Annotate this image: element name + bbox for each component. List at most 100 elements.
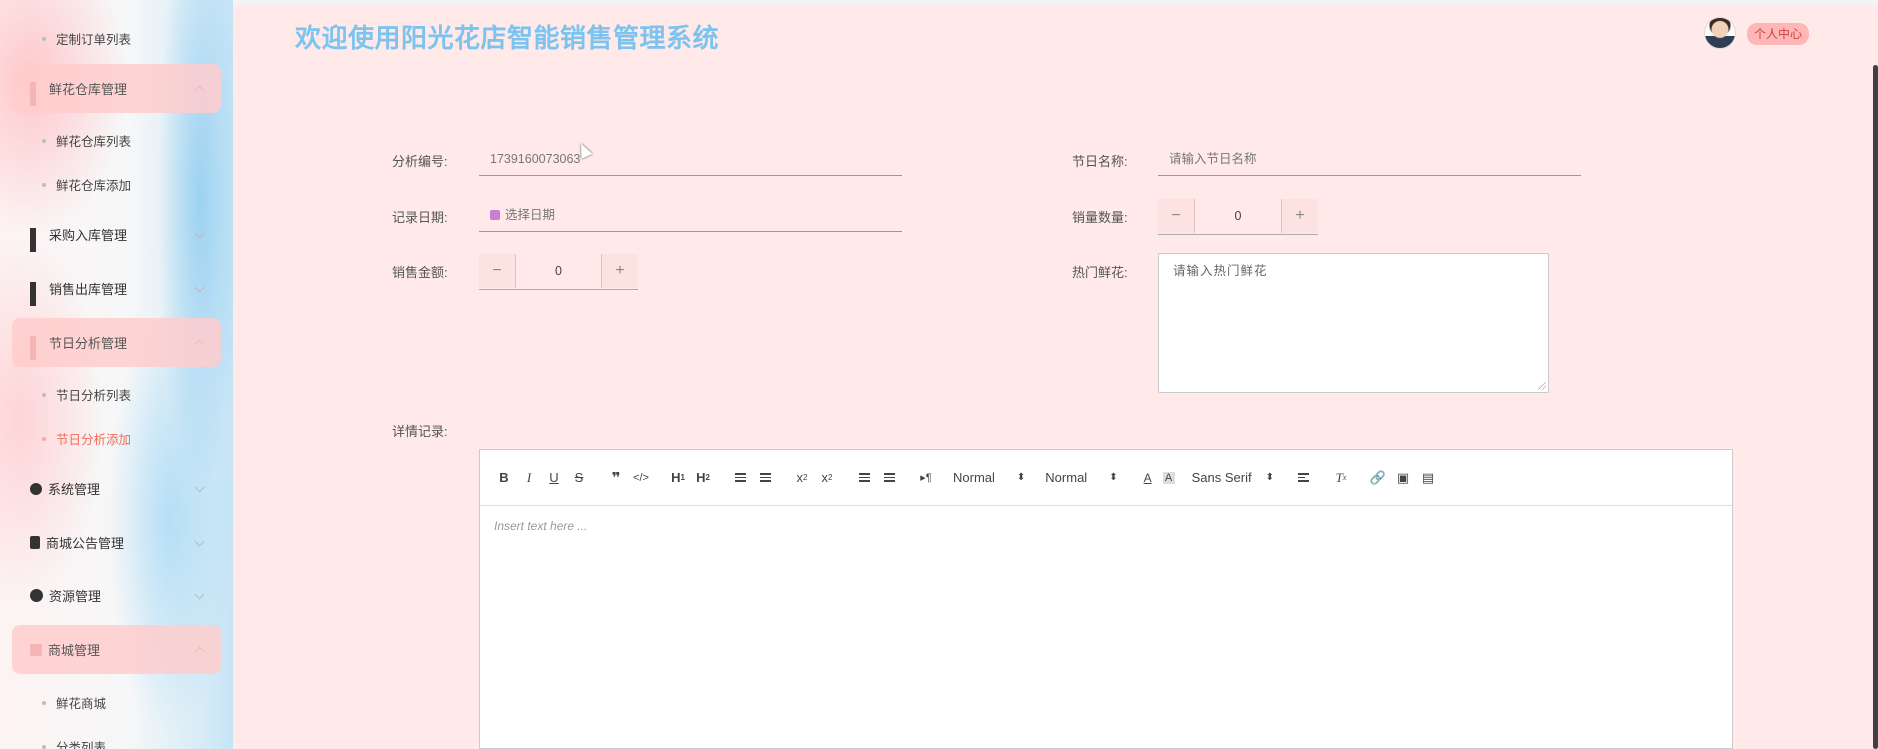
sidebar-item-label: 分类列表 (56, 741, 107, 749)
blockquote-icon[interactable]: ❞ (606, 468, 626, 488)
increment-button[interactable]: + (1281, 198, 1318, 233)
image-icon[interactable]: ▣ (1393, 468, 1413, 488)
calendar-icon (490, 210, 500, 220)
sidebar-group-mall[interactable]: 商城管理 (12, 625, 221, 674)
chevron-down-icon (194, 589, 205, 599)
document-icon (30, 536, 40, 549)
sidebar-item-holiday-list[interactable]: 节日分析列表 (42, 385, 131, 404)
font-select[interactable]: Sans Serif ⬍ (1192, 470, 1274, 485)
sidebar-group-label: 节日分析管理 (49, 336, 128, 351)
indent-icon[interactable] (879, 468, 899, 488)
outdent-icon[interactable] (854, 468, 874, 488)
chevron-down-icon (194, 536, 205, 546)
heading1-icon[interactable]: H1 (668, 468, 688, 488)
chevron-down-icon (194, 282, 205, 292)
sidebar-item-label: 定制订单列表 (56, 33, 132, 47)
chevron-up-icon (194, 646, 205, 656)
chevron-down-icon (194, 482, 205, 492)
sidebar: 定制订单列表 鲜花仓库管理 鲜花仓库列表 鲜花仓库添加 采购入库管理 销售出库管… (0, 0, 233, 749)
sidebar-item-label: 鲜花商城 (56, 697, 107, 711)
sidebar-item-category-list[interactable]: 分类列表 (42, 737, 106, 749)
sidebar-item-warehouse-list[interactable]: 鲜花仓库列表 (42, 131, 131, 150)
sidebar-group-system[interactable]: 系统管理 (12, 464, 221, 513)
font-select-value: Sans Serif (1191, 470, 1252, 485)
sidebar-group-holiday-analysis[interactable]: 节日分析管理 (12, 318, 221, 367)
video-icon[interactable]: ▤ (1418, 468, 1438, 488)
sidebar-item-warehouse-add[interactable]: 鲜花仓库添加 (42, 175, 131, 194)
editor-content[interactable]: Insert text here ... (480, 506, 1732, 546)
sidebar-item-label: 节日分析添加 (56, 433, 132, 447)
font-color-icon[interactable]: A (1138, 468, 1158, 488)
background-color-icon[interactable]: A (1162, 471, 1175, 484)
align-icon[interactable] (1294, 468, 1314, 488)
avatar[interactable] (1704, 17, 1736, 49)
rich-text-editor: B I U S ❞ </> H1 H2 x2 x2 ▸¶ Normal ⬍ Nor… (479, 449, 1733, 749)
personal-center-button[interactable]: 个人中心 (1747, 23, 1810, 45)
sidebar-item-holiday-add[interactable]: 节日分析添加 (42, 429, 131, 448)
superscript-icon[interactable]: x2 (817, 468, 837, 488)
updown-caret-icon: ⬍ (1016, 472, 1026, 483)
gear-icon (30, 482, 42, 495)
decrement-button[interactable]: − (1158, 198, 1195, 233)
sales-amount-stepper[interactable]: − 0 + (479, 252, 638, 290)
sidebar-group-label: 资源管理 (49, 589, 102, 604)
chevron-down-icon (194, 228, 205, 238)
underline-icon[interactable]: U (544, 468, 564, 488)
sales-amount-value[interactable]: 0 (516, 264, 601, 278)
sidebar-item-label: 鲜花仓库列表 (56, 135, 132, 149)
ordered-list-icon[interactable] (730, 468, 750, 488)
italic-icon[interactable]: I (519, 468, 539, 488)
bullet-list-icon[interactable] (755, 468, 775, 488)
sales-qty-value[interactable]: 0 (1195, 209, 1281, 223)
decrement-button[interactable]: − (479, 253, 516, 288)
hot-flowers-placeholder: 请输入热门鲜花 (1173, 264, 1268, 278)
sidebar-item-flower-mall[interactable]: 鲜花商城 (42, 693, 106, 712)
grid-icon (30, 228, 43, 252)
editor-placeholder: Insert text here ... (494, 519, 588, 533)
bullet-icon (42, 138, 46, 143)
chevron-up-icon (194, 85, 205, 95)
hot-flowers-textarea[interactable]: 请输入热门鲜花 (1158, 253, 1549, 393)
page-title: 欢迎使用阳光花店智能销售管理系统 (295, 23, 720, 53)
link-icon[interactable]: 🔗 (1368, 468, 1388, 488)
header-select[interactable]: Normal ⬍ (953, 470, 1025, 485)
sidebar-group-sales-outbound[interactable]: 销售出库管理 (12, 264, 221, 313)
updown-caret-icon: ⬍ (1109, 472, 1118, 483)
record-date-label: 记录日期: (392, 210, 448, 225)
grid-icon (30, 336, 43, 360)
sidebar-group-announcement[interactable]: 商城公告管理 (12, 518, 221, 567)
scrollbar[interactable] (1873, 65, 1878, 749)
bullet-icon (42, 436, 46, 441)
bullet-icon (42, 392, 46, 397)
detail-label: 详情记录: (392, 424, 448, 439)
text-direction-icon[interactable]: ▸¶ (916, 468, 936, 488)
sidebar-group-label: 系统管理 (48, 482, 101, 497)
analysis-no-label: 分析编号: (392, 154, 448, 169)
record-date-picker[interactable]: 选择日期 (479, 198, 902, 232)
record-date-placeholder: 选择日期 (505, 208, 556, 222)
bullet-icon (42, 36, 46, 41)
bold-icon[interactable]: B (494, 468, 514, 488)
sidebar-item-custom-order-list[interactable]: 定制订单列表 (42, 29, 131, 48)
chevron-up-icon (194, 339, 205, 349)
sidebar-group-flower-warehouse[interactable]: 鲜花仓库管理 (12, 64, 221, 113)
holiday-name-input[interactable]: 请输入节日名称 (1158, 142, 1581, 176)
grid-icon (30, 282, 43, 306)
clear-format-icon[interactable]: Tx (1331, 468, 1351, 488)
sales-amount-label: 销售金额: (392, 265, 448, 280)
sales-qty-stepper[interactable]: − 0 + (1158, 197, 1318, 235)
heading2-icon[interactable]: H2 (693, 468, 713, 488)
size-select-value: Normal (1045, 470, 1088, 485)
code-block-icon[interactable]: </> (631, 468, 651, 488)
mall-icon (30, 643, 42, 656)
subscript-icon[interactable]: x2 (792, 468, 812, 488)
resize-handle-icon[interactable] (1538, 382, 1546, 390)
sidebar-group-resource[interactable]: 资源管理 (12, 571, 221, 620)
sidebar-group-purchase-inbound[interactable]: 采购入库管理 (12, 210, 221, 259)
sidebar-group-label: 鲜花仓库管理 (49, 82, 128, 97)
increment-button[interactable]: + (601, 253, 638, 288)
size-select[interactable]: Normal ⬍ (1045, 470, 1117, 485)
strike-icon[interactable]: S (569, 468, 589, 488)
bullet-icon (42, 182, 46, 187)
analysis-no-input[interactable]: 1739160073063 (479, 142, 902, 176)
